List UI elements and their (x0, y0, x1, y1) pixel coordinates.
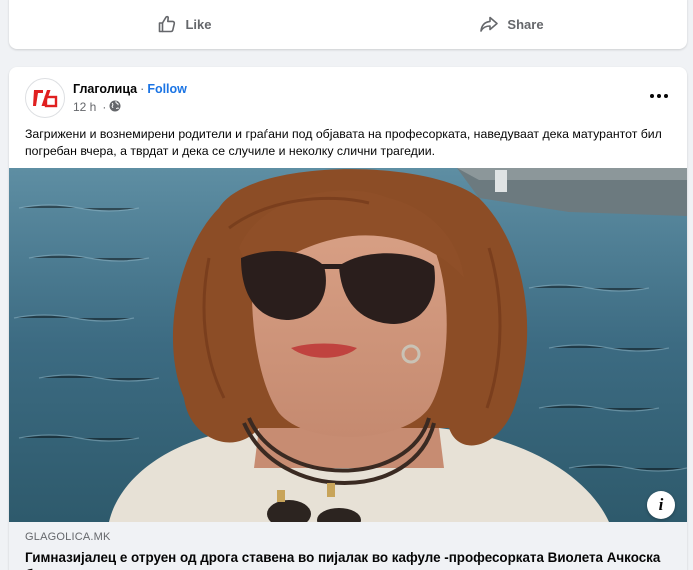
page-avatar[interactable] (25, 78, 65, 118)
like-button[interactable]: Like (21, 6, 348, 42)
separator-dot: · (140, 81, 145, 96)
glagolica-logo-icon (33, 90, 58, 108)
post-card: Глаголица · Follow 12 h · Загрижени и во… (9, 67, 687, 570)
post-meta-bottom: 12 h · (73, 100, 187, 115)
globe-icon[interactable] (109, 100, 121, 115)
share-button[interactable]: Share (348, 6, 675, 42)
info-icon[interactable]: i (647, 491, 675, 519)
like-label: Like (185, 16, 212, 32)
follow-button[interactable]: Follow (147, 82, 187, 96)
link-domain: GLAGOLICA.MK (25, 531, 111, 543)
post-text: Загрижени и вознемирени родители и граѓа… (25, 127, 662, 158)
link-title[interactable]: Гимназијалец е отруен од дрога ставена в… (25, 549, 671, 570)
separator-dot: · (102, 100, 107, 114)
post-action-bar: Like Share (21, 6, 675, 42)
share-label: Share (507, 16, 544, 32)
page-name-link[interactable]: Глаголица (73, 82, 137, 96)
more-options-icon[interactable] (645, 86, 673, 106)
post-timestamp[interactable]: 12 h (73, 100, 96, 114)
previous-post-card: Like Share (9, 0, 687, 49)
like-icon (157, 14, 177, 34)
link-preview[interactable]: GLAGOLICA.MK Гимназијалец е отруен од др… (9, 522, 687, 570)
share-icon (479, 14, 499, 34)
post-meta: Глаголица · Follow 12 h · (73, 82, 187, 115)
post-image[interactable]: i (9, 168, 687, 522)
post-header: Глаголица · Follow 12 h · (25, 78, 187, 118)
post-meta-top: Глаголица · Follow (73, 82, 187, 96)
